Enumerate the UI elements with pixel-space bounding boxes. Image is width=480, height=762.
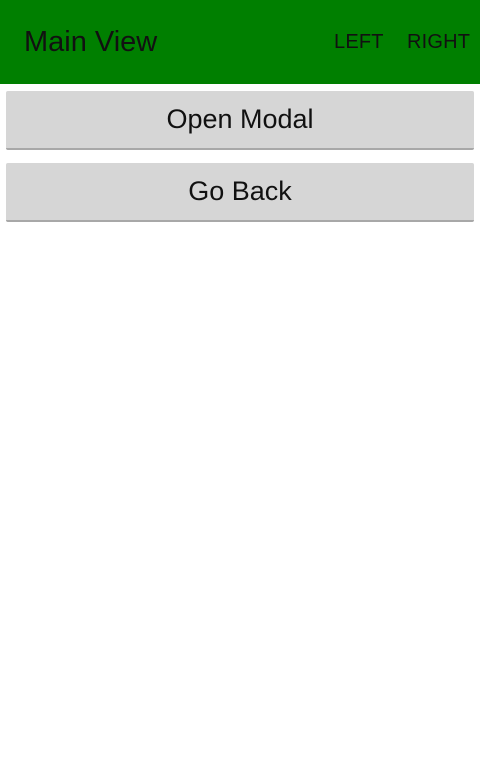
go-back-button[interactable]: Go Back [6,163,474,222]
left-action-button[interactable]: LEFT [334,0,384,84]
right-action-button[interactable]: RIGHT [407,0,470,84]
page-title: Main View [24,26,158,58]
app-bar: Main View LEFT RIGHT [0,0,480,84]
open-modal-button[interactable]: Open Modal [6,91,474,150]
